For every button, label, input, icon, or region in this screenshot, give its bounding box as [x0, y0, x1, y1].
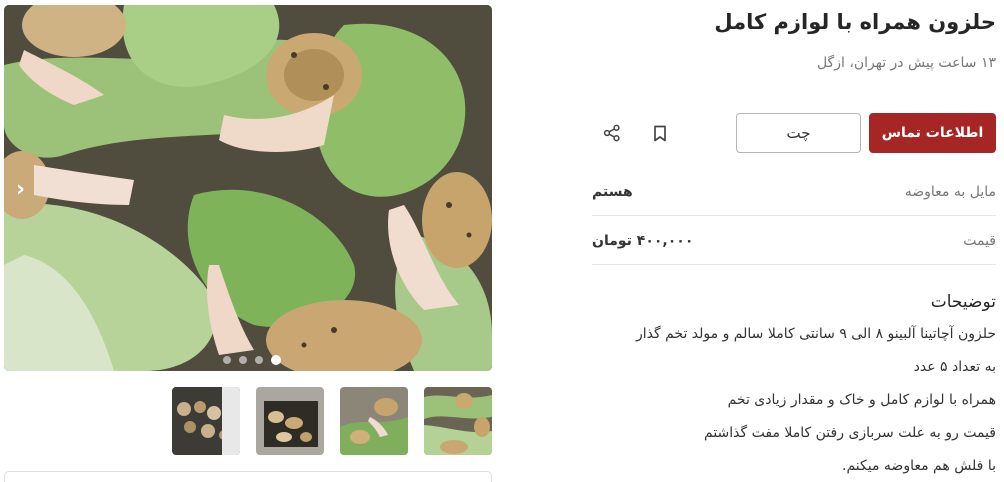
- card-container: [4, 471, 492, 482]
- detail-key: مایل به معاوضه: [904, 183, 996, 200]
- description-line: به تعداد ۵ عدد: [913, 359, 996, 375]
- action-bar: اطلاعات تماس چت: [592, 113, 996, 153]
- thumbnail-1[interactable]: [172, 387, 240, 455]
- thumbnail-4[interactable]: [424, 387, 492, 455]
- detail-row-exchange: مایل به معاوضه هستم: [592, 168, 996, 216]
- description-line: همراه با لوازم کامل و خاک و مقدار زیادی …: [727, 392, 996, 408]
- chat-button[interactable]: چت: [736, 113, 861, 153]
- next-image-arrow[interactable]: ›: [16, 177, 25, 202]
- detail-value: ۴۰۰,۰۰۰ تومان: [592, 232, 694, 249]
- carousel-dots: [223, 355, 281, 365]
- description-line: با فلش هم معاوضه میکنم.: [842, 458, 996, 474]
- description-line: قیمت رو به علت سربازی رفتن کاملا مفت گذا…: [704, 425, 996, 441]
- thumbnail-2[interactable]: [256, 387, 324, 455]
- bookmark-icon[interactable]: [648, 121, 672, 145]
- carousel-dot[interactable]: [223, 356, 231, 364]
- carousel-dot[interactable]: [255, 356, 263, 364]
- detail-row-price: قیمت ۴۰۰,۰۰۰ تومان: [592, 217, 996, 265]
- carousel-dot[interactable]: [239, 356, 247, 364]
- description-title: توضیحات: [930, 292, 996, 312]
- carousel-dot-active[interactable]: [271, 355, 281, 365]
- listing-subtitle: ۱۳ ساعت پیش در تهران، ازگل: [816, 55, 996, 71]
- thumbnail-3[interactable]: [340, 387, 408, 455]
- detail-value: هستم: [592, 183, 633, 200]
- detail-key: قیمت: [963, 232, 996, 249]
- description-line: حلزون آچاتینا آلبینو ۸ الی ۹ سانتی کاملا…: [635, 326, 996, 342]
- listing-title: حلزون همراه با لوازم کامل: [714, 10, 996, 34]
- contact-info-button[interactable]: اطلاعات تماس: [869, 113, 996, 153]
- description-body: حلزون آچاتینا آلبینو ۸ الی ۹ سانتی کاملا…: [592, 318, 996, 482]
- main-photo[interactable]: ›: [4, 5, 492, 371]
- share-icon[interactable]: [600, 121, 624, 145]
